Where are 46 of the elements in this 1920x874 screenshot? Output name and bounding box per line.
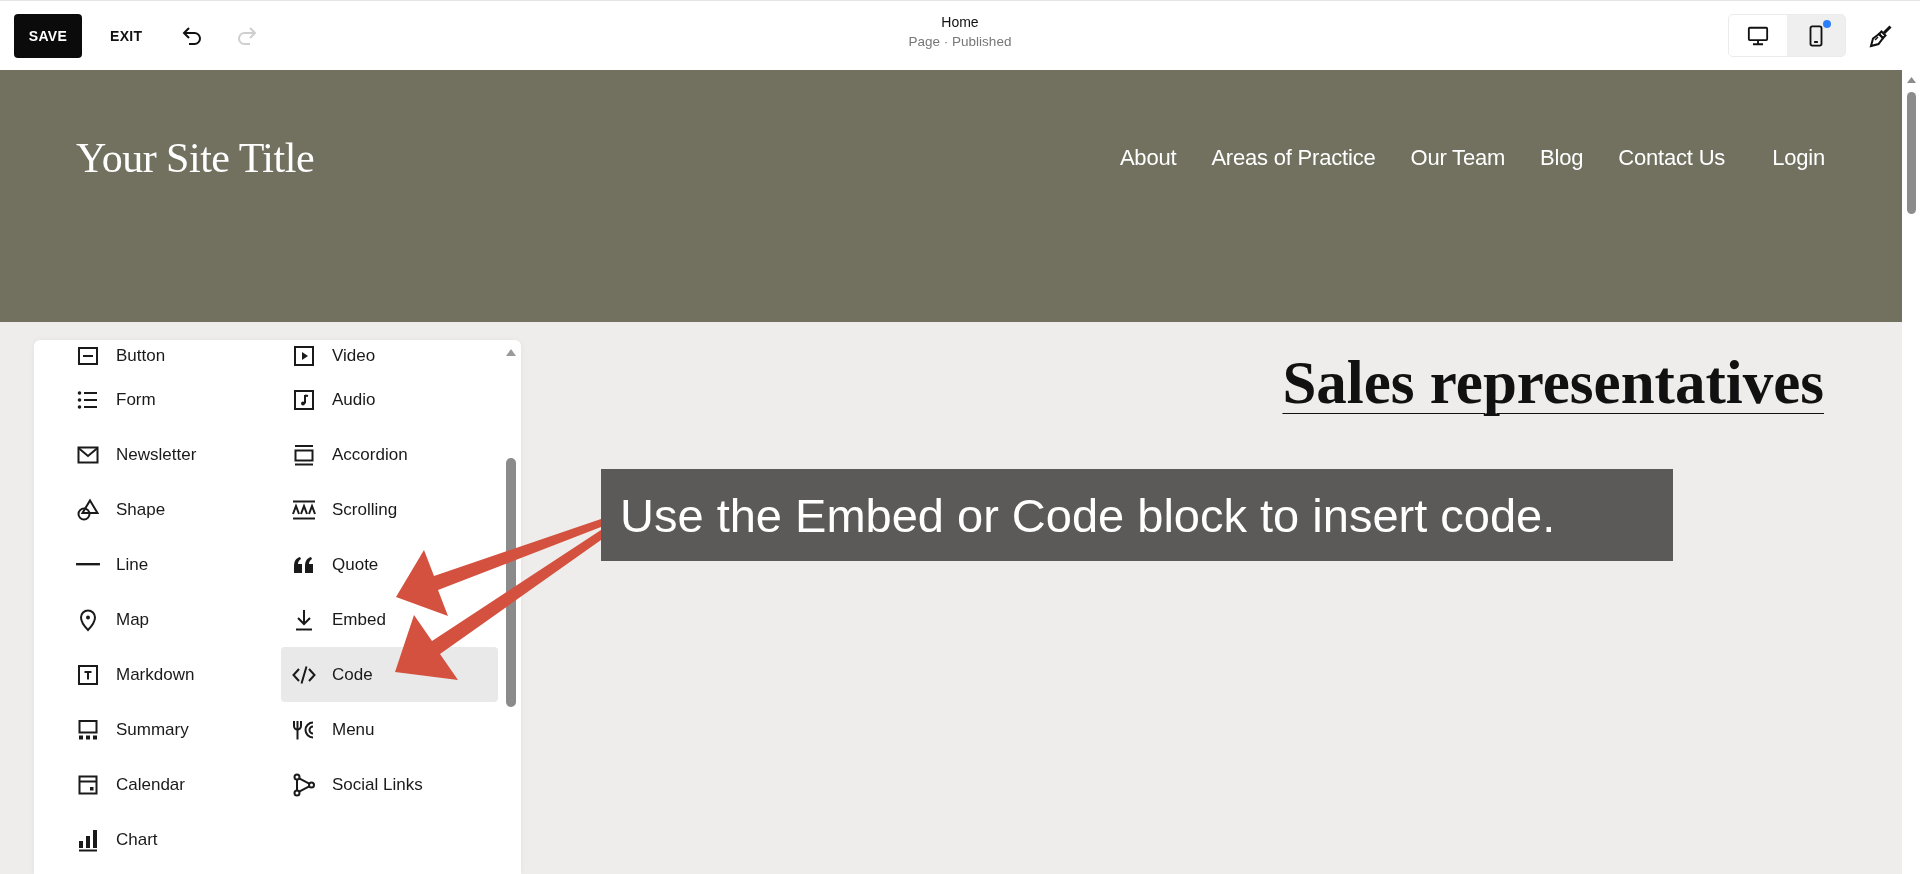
- nav-link[interactable]: Blog: [1540, 144, 1584, 172]
- block-item[interactable]: Form: [65, 372, 270, 427]
- block-item[interactable]: Calendar: [65, 757, 270, 812]
- block-item[interactable]: Embed: [281, 592, 498, 647]
- shapes-icon: [76, 497, 100, 522]
- monitor-icon: [1747, 24, 1769, 47]
- horizontal-line-icon: [76, 563, 100, 566]
- play-icon: [292, 344, 316, 368]
- block-item[interactable]: Newsletter: [65, 427, 270, 482]
- site-title[interactable]: Your Site Title: [76, 140, 315, 176]
- paintbrush-icon[interactable]: [1869, 23, 1893, 48]
- block-item[interactable]: Video: [281, 340, 498, 372]
- nav-link[interactable]: Contact Us: [1618, 144, 1726, 172]
- scrollbar-thumb[interactable]: [1906, 92, 1916, 214]
- callout-banner: Use the Embed or Code block to insert code.: [601, 469, 1673, 561]
- block-item[interactable]: Social Links: [281, 757, 498, 812]
- block-item[interactable]: Button: [65, 340, 270, 372]
- nav-link[interactable]: Our Team: [1410, 144, 1506, 172]
- summary-layout-icon: [76, 717, 100, 742]
- page-heading: Sales representatives: [1282, 348, 1824, 418]
- desktop-view-button[interactable]: [1729, 15, 1787, 56]
- block-item[interactable]: Shape: [65, 482, 270, 537]
- accordion-icon: [292, 442, 316, 467]
- page-status: Page · Published: [908, 34, 1012, 50]
- scroll-up-arrow-icon[interactable]: [506, 349, 516, 356]
- block-item[interactable]: Summary: [65, 702, 270, 757]
- framed-t-icon: [76, 662, 100, 687]
- block-item[interactable]: Quote: [281, 537, 498, 592]
- block-item[interactable]: Chart: [65, 812, 270, 867]
- login-link[interactable]: Login: [1772, 144, 1825, 172]
- block-item[interactable]: Menu: [281, 702, 498, 757]
- music-note-icon: [292, 387, 316, 412]
- share-nodes-icon: [292, 772, 316, 797]
- block-item[interactable]: Line: [65, 537, 270, 592]
- bar-chart-icon: [76, 827, 100, 852]
- block-item[interactable]: Map: [65, 592, 270, 647]
- save-button[interactable]: SAVE: [14, 13, 82, 58]
- nav-link[interactable]: Areas of Practice: [1211, 144, 1376, 172]
- page-title: Home: [941, 14, 979, 30]
- block-item[interactable]: Scrolling: [281, 482, 498, 537]
- block-item[interactable]: Markdown: [65, 647, 270, 702]
- block-item[interactable]: Accordion: [281, 427, 498, 482]
- scroll-up-arrow-icon[interactable]: [1906, 77, 1916, 83]
- exit-button[interactable]: EXIT: [110, 20, 143, 51]
- nav-link[interactable]: About: [1119, 144, 1177, 172]
- block-item[interactable]: Audio: [281, 372, 498, 427]
